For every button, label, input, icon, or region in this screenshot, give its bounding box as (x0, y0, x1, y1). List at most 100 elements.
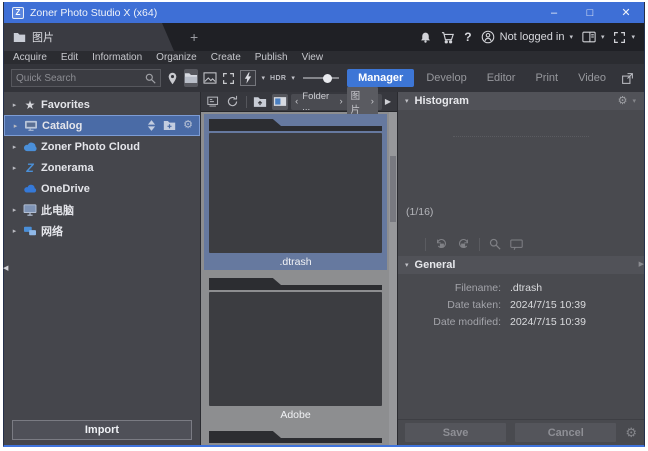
breadcrumb: ‹ Folder ... › 图片 › (291, 94, 382, 110)
minimize-button[interactable]: – (536, 2, 572, 23)
field-row: Date taken: 2024/7/15 10:39 (398, 297, 644, 314)
menu-publish[interactable]: Publish (255, 52, 288, 63)
folder-grid: .dtrash Adobe (201, 112, 397, 445)
rotate-right-button[interactable] (457, 238, 470, 250)
slider-thumb[interactable] (323, 74, 332, 83)
help-button[interactable]: ? (464, 30, 471, 44)
main-area: ▸ ★ Favorites ▸ Catalog ⚙ (4, 92, 644, 445)
close-button[interactable]: ✕ (608, 2, 644, 23)
flash-caret-icon[interactable]: ▾ (261, 74, 265, 82)
histogram-section-header[interactable]: ▾ Histogram ⚙ ▾ (398, 92, 644, 110)
catalog-icon (22, 120, 40, 132)
sidebar-item-network[interactable]: ▸ 网络 (4, 220, 200, 241)
catalog-settings-gear-icon[interactable]: ⚙ (183, 120, 193, 131)
tab-pictures[interactable]: 图片 (4, 23, 174, 51)
sidebar: ▸ ★ Favorites ▸ Catalog ⚙ (4, 92, 201, 445)
menu-acquire[interactable]: Acquire (13, 52, 47, 63)
workspace-develop[interactable]: Develop (418, 69, 474, 87)
folder-tree-toggle-button[interactable] (272, 94, 289, 110)
screenshot-canvas: Z Zoner Photo Studio X (x64) – □ ✕ 图片 + (0, 0, 648, 451)
panel-overflow-arrow[interactable]: ▶ (385, 97, 393, 106)
maximize-button[interactable]: □ (572, 2, 608, 23)
breadcrumb-back-button[interactable]: ‹ (295, 96, 298, 107)
save-button[interactable]: Save (405, 423, 506, 442)
scrollbar-thumb[interactable] (390, 156, 396, 222)
menu-edit[interactable]: Edit (61, 52, 78, 63)
expand-caret-icon[interactable]: ▸ (8, 206, 21, 214)
sync-refresh-button[interactable] (225, 94, 242, 110)
notifications-bell-icon[interactable] (419, 31, 432, 44)
workspace-print[interactable]: Print (527, 69, 566, 87)
main-toolbar: ▾ HDR ▾ Manager Develop Editor Print Vid… (4, 64, 644, 92)
thumbnail-size-slider[interactable] (303, 71, 339, 85)
folder-up-button[interactable] (252, 94, 269, 110)
sidebar-item-label: 此电脑 (41, 202, 74, 218)
sidebar-item-favorites[interactable]: ▸ ★ Favorites (4, 94, 200, 115)
zoom-tool-button[interactable] (489, 238, 501, 250)
sidebar-item-zonerama[interactable]: ▸ Z Zonerama (4, 157, 200, 178)
menu-bar: Acquire Edit Information Organize Create… (4, 51, 644, 64)
menu-information[interactable]: Information (92, 52, 142, 63)
expand-panel-arrow[interactable]: ▶ (639, 260, 644, 268)
folder-thumbnail-adobe[interactable]: Adobe (204, 273, 387, 423)
browser-toolbar: ‹ Folder ... › 图片 › ▶ (201, 92, 397, 112)
collapse-sidebar-arrow[interactable]: ◀ (3, 264, 8, 272)
breadcrumb-separator-icon: › (340, 96, 343, 107)
computer-icon (21, 204, 39, 216)
window-title: Zoner Photo Studio X (x64) (30, 7, 157, 19)
sidebar-item-zoner-photo-cloud[interactable]: ▸ Zoner Photo Cloud (4, 136, 200, 157)
histogram-caret-icon[interactable]: ▾ (632, 97, 636, 105)
sort-order-icon[interactable] (147, 120, 156, 131)
folder-tab-icon (13, 32, 26, 43)
folder-browser-panel: ‹ Folder ... › 图片 › ▶ (201, 92, 398, 445)
browse-folder-button[interactable] (184, 69, 198, 87)
field-value: 2024/7/15 10:39 (510, 297, 586, 314)
folder-thumbnail-dtrash[interactable]: .dtrash (204, 114, 387, 270)
fullscreen-caret-icon: ▾ (631, 33, 635, 41)
rotate-left-button[interactable] (435, 238, 448, 250)
add-folder-icon[interactable] (163, 120, 176, 131)
quick-edits-flash-button[interactable] (240, 70, 257, 86)
tab-bar: 图片 + ? Not logged in ▾ ▾ (4, 23, 644, 51)
workspace-manager[interactable]: Manager (347, 69, 414, 87)
workspace-video[interactable]: Video (570, 69, 614, 87)
open-new-window-button[interactable] (618, 69, 637, 87)
expand-caret-icon[interactable]: ▸ (8, 164, 21, 172)
tag-label-button[interactable] (510, 239, 523, 250)
general-section-header[interactable]: ▾ General (398, 256, 644, 274)
new-tab-button[interactable]: + (190, 30, 198, 44)
cancel-button[interactable]: Cancel (515, 423, 616, 442)
import-button[interactable]: Import (12, 420, 192, 440)
sidebar-item-this-pc[interactable]: ▸ 此电脑 (4, 199, 200, 220)
sidebar-item-catalog[interactable]: ▸ Catalog ⚙ (4, 115, 200, 136)
breadcrumb-root[interactable]: Folder ... (302, 91, 335, 113)
workspace-editor[interactable]: Editor (479, 69, 524, 87)
sidebar-item-onedrive[interactable]: OneDrive (4, 178, 200, 199)
breadcrumb-forward-icon: › (371, 96, 374, 107)
hdr-caret-icon[interactable]: ▾ (291, 74, 295, 82)
expand-caret-icon[interactable]: ▸ (8, 101, 21, 109)
hdr-button[interactable]: HDR (270, 75, 286, 82)
folder-thumbnail-partial[interactable] (204, 426, 387, 445)
search-input[interactable] (16, 73, 145, 84)
browser-scrollbar[interactable] (389, 112, 397, 445)
cart-icon[interactable] (441, 31, 455, 44)
display-layout-button[interactable]: ▾ (582, 31, 605, 43)
expand-caret-icon[interactable]: ▸ (8, 227, 21, 235)
section-caret-icon: ▾ (405, 261, 409, 269)
view-mode-button[interactable] (205, 94, 222, 110)
fullscreen-button[interactable]: ▾ (613, 31, 635, 44)
footer-settings-gear-icon[interactable]: ⚙ (625, 426, 637, 439)
field-value: 2024/7/15 10:39 (510, 314, 586, 331)
account-button[interactable]: Not logged in ▾ (481, 30, 573, 44)
geotag-pin-button[interactable] (166, 69, 179, 87)
expand-caret-icon[interactable]: ▸ (8, 143, 21, 151)
menu-create[interactable]: Create (211, 52, 241, 63)
expand-caret-icon[interactable]: ▸ (9, 122, 22, 130)
menu-view[interactable]: View (302, 52, 324, 63)
preview-image-button[interactable] (203, 69, 217, 87)
menu-organize[interactable]: Organize (156, 52, 197, 63)
account-caret-icon: ▾ (569, 33, 573, 41)
fullscreen-view-button[interactable] (222, 69, 235, 87)
histogram-settings-gear-icon[interactable]: ⚙ (618, 96, 628, 107)
